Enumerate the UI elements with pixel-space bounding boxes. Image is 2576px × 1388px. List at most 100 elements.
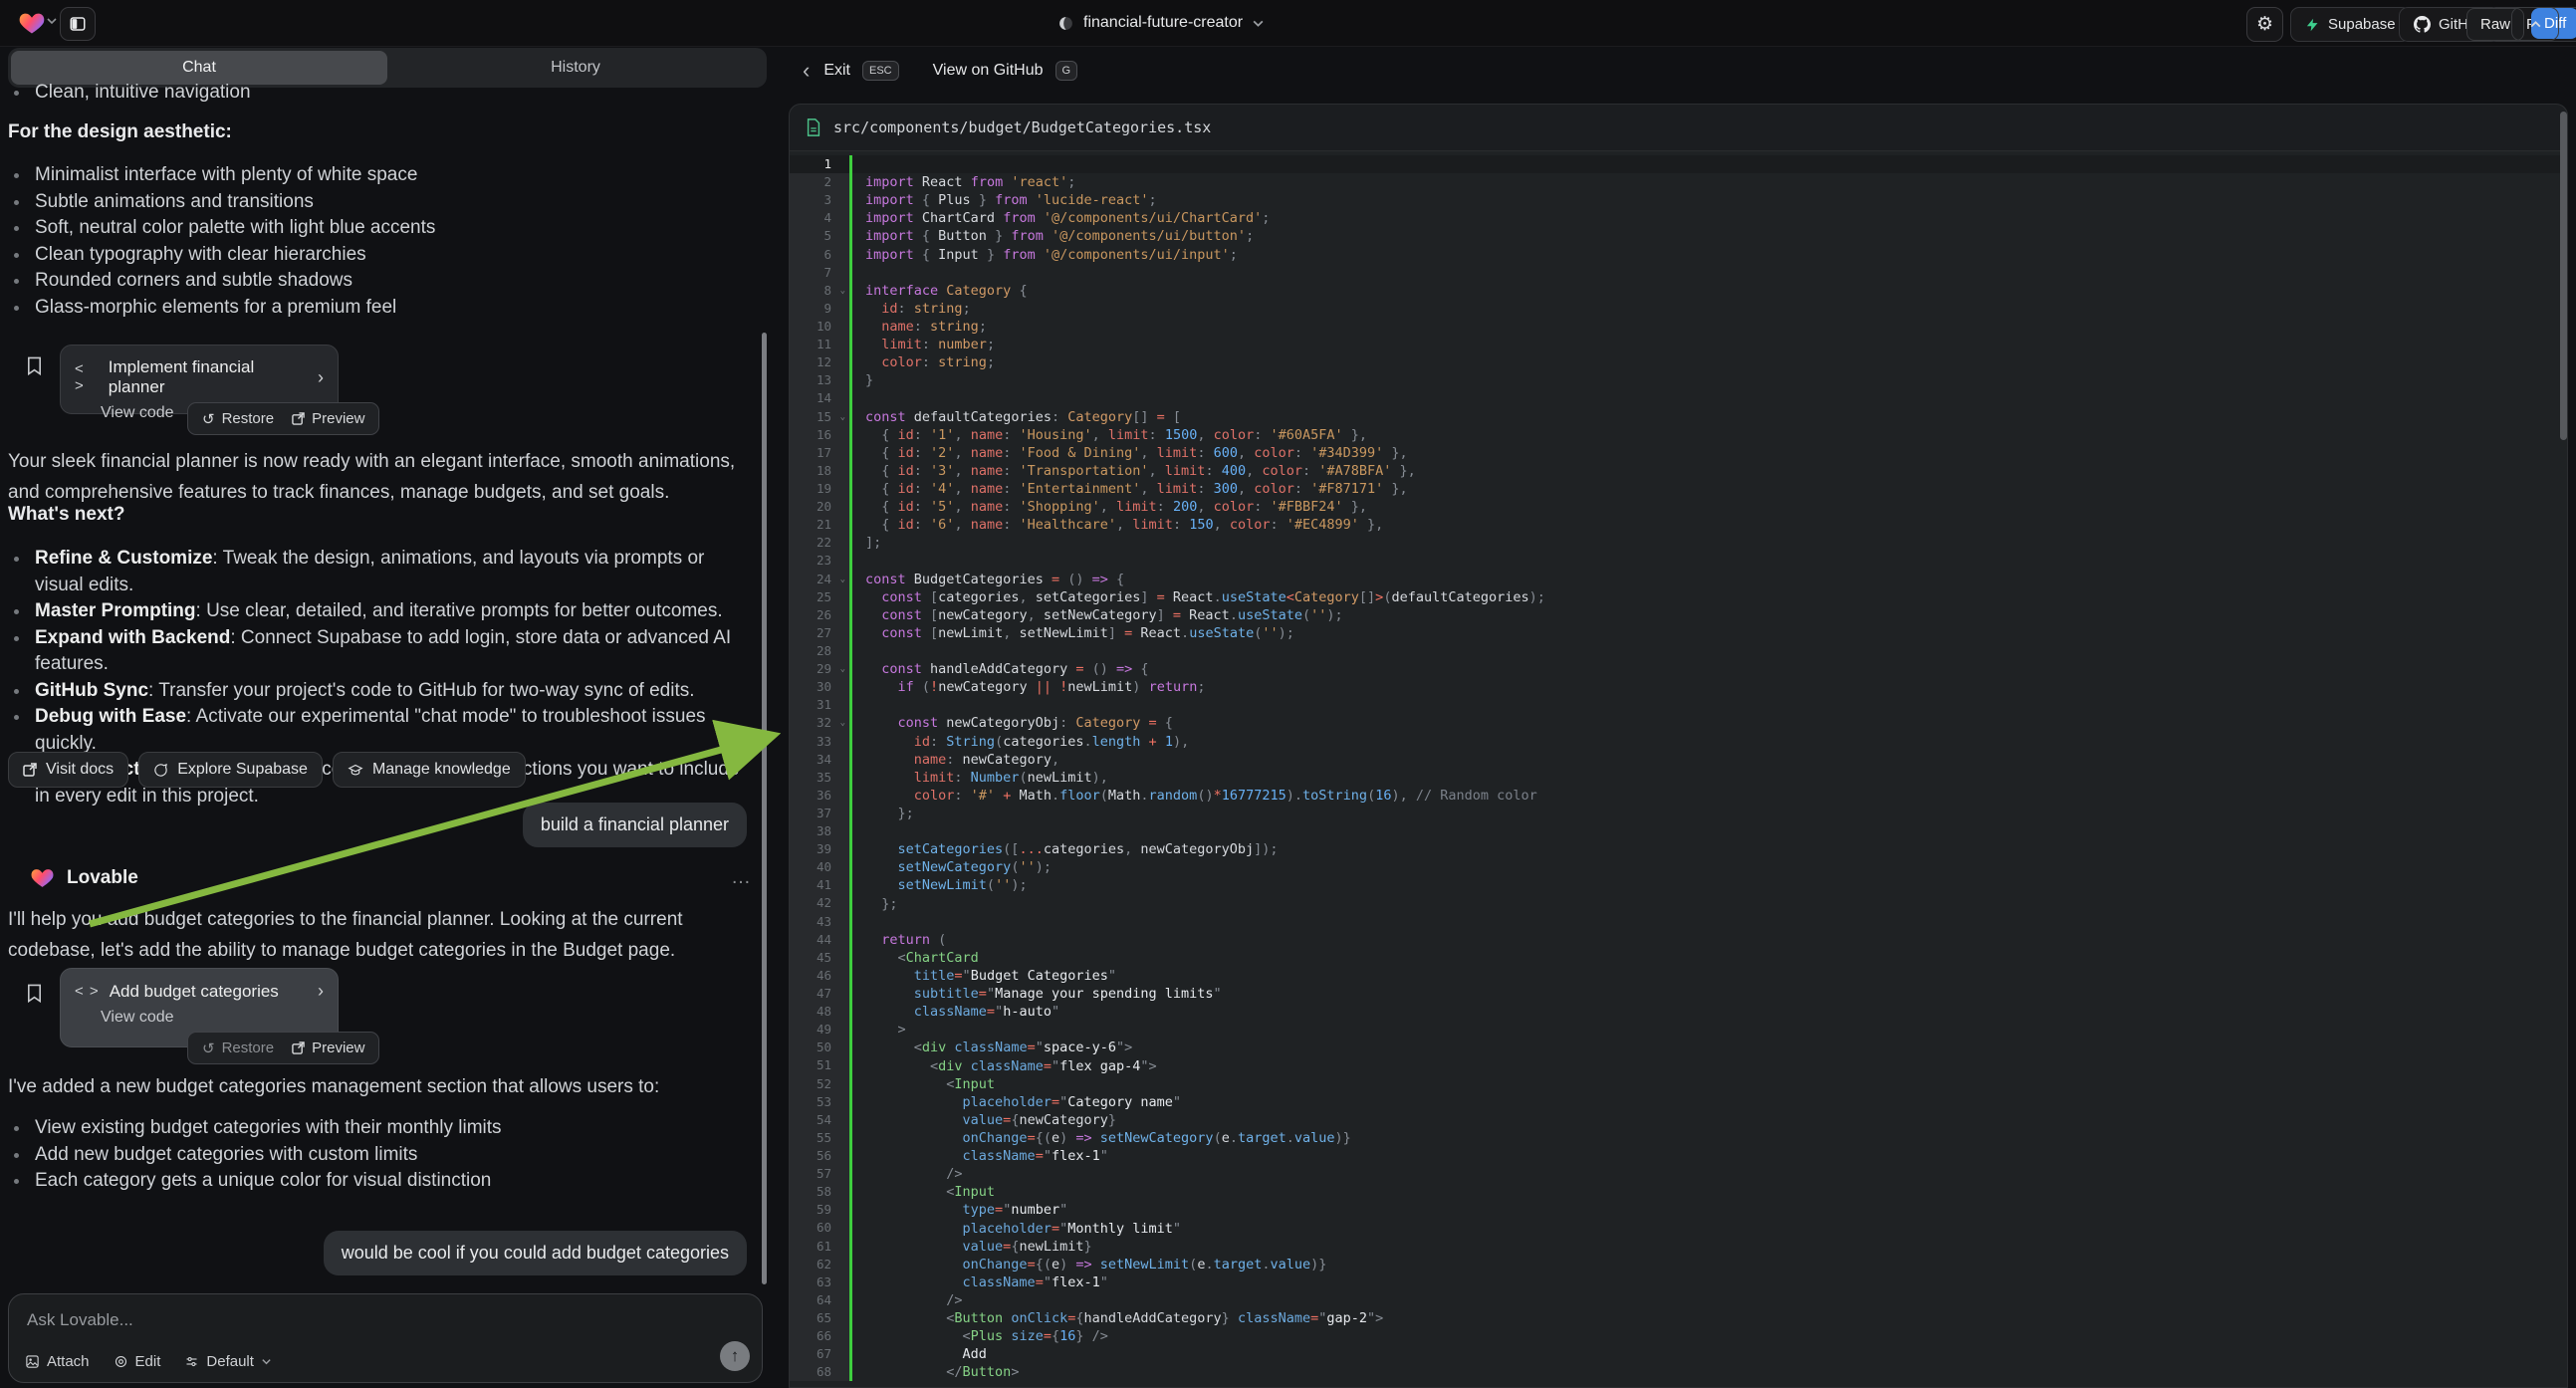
chat-input-placeholder[interactable]: Ask Lovable... bbox=[27, 1310, 133, 1330]
bookmark-icon[interactable] bbox=[26, 356, 43, 375]
message-circle-icon bbox=[153, 763, 168, 778]
assistant-paragraph: I've added a new budget categories manag… bbox=[8, 1071, 753, 1102]
code-line: 61 value={newLimit} bbox=[790, 1238, 2567, 1256]
bookmark-icon[interactable] bbox=[26, 984, 43, 1003]
code-line: 25 const [categories, setCategories] = R… bbox=[790, 588, 2567, 606]
code-line: 51 <div className="flex gap-4"> bbox=[790, 1056, 2567, 1074]
chat-scrollbar[interactable] bbox=[762, 333, 767, 1284]
code-line: 31 bbox=[790, 696, 2567, 714]
user-message-bubble: build a financial planner bbox=[523, 803, 747, 847]
file-header[interactable]: src/components/budget/BudgetCategories.t… bbox=[790, 105, 2567, 151]
gear-icon: ⚙ bbox=[2256, 13, 2273, 36]
edit-mode-button[interactable]: Edit bbox=[114, 1353, 161, 1370]
code-line: 20 { id: '5', name: 'Shopping', limit: 2… bbox=[790, 498, 2567, 516]
code-line: 21 { id: '6', name: 'Healthcare', limit:… bbox=[790, 516, 2567, 534]
code-line: 56 className="flex-1" bbox=[790, 1147, 2567, 1165]
chat-input-box[interactable]: Ask Lovable... Attach Edit Default ↑ bbox=[8, 1293, 763, 1383]
model-default-dropdown[interactable]: Default bbox=[184, 1353, 272, 1370]
code-line: 53 placeholder="Category name" bbox=[790, 1093, 2567, 1111]
code-line: 45 <ChartCard bbox=[790, 949, 2567, 967]
code-line: 67 Add bbox=[790, 1345, 2567, 1363]
code-line: 57 /> bbox=[790, 1165, 2567, 1183]
list-item: Refine & Customize: Tweak the design, an… bbox=[8, 546, 753, 598]
lovable-avatar-heart-icon bbox=[30, 865, 55, 890]
code-line: 39 setCategories([...categories, newCate… bbox=[790, 840, 2567, 858]
code-line: 29⌄ const handleAddCategory = () => { bbox=[790, 660, 2567, 678]
external-link-icon bbox=[23, 763, 37, 777]
code-line: 7 bbox=[790, 264, 2567, 282]
code-icon: < > bbox=[75, 983, 100, 1000]
intro-bullet-list: Clean, intuitive navigation bbox=[8, 80, 753, 107]
code-line: 58 <Input bbox=[790, 1183, 2567, 1201]
project-switcher[interactable]: financial-future-creator bbox=[1057, 0, 1265, 46]
version-toolbar: ↺Restore Preview bbox=[187, 1032, 379, 1064]
added-bullet-list: View existing budget categories with the… bbox=[8, 1115, 753, 1195]
supabase-button[interactable]: Supabase bbox=[2290, 7, 2411, 42]
restore-button[interactable]: ↺Restore bbox=[202, 1040, 274, 1057]
restore-button[interactable]: ↺Restore bbox=[202, 410, 274, 428]
external-link-icon bbox=[292, 412, 305, 425]
view-code-link[interactable]: View code bbox=[101, 1009, 324, 1027]
explore-supabase-button[interactable]: Explore Supabase bbox=[138, 752, 323, 788]
code-line: 37 }; bbox=[790, 805, 2567, 822]
attach-button[interactable]: Attach bbox=[25, 1353, 90, 1370]
code-line: 28 bbox=[790, 642, 2567, 660]
code-line: 42 }; bbox=[790, 894, 2567, 912]
code-scrollbar[interactable] bbox=[2560, 112, 2567, 440]
code-line: 65 <Button onClick={handleAddCategory} c… bbox=[790, 1309, 2567, 1327]
list-item: Debug with Ease: Activate our experiment… bbox=[8, 704, 753, 757]
version-toolbar: ↺Restore Preview bbox=[187, 402, 379, 435]
code-line: 30 if (!newCategory || !newLimit) return… bbox=[790, 678, 2567, 696]
code-line: 64 /> bbox=[790, 1291, 2567, 1309]
send-button[interactable]: ↑ bbox=[720, 1341, 750, 1371]
list-item: Master Prompting: Use clear, detailed, a… bbox=[8, 598, 753, 625]
settings-gear-button[interactable]: ⚙ bbox=[2246, 7, 2283, 42]
code-line: 47 subtitle="Manage your spending limits… bbox=[790, 985, 2567, 1003]
code-viewer: src/components/budget/BudgetCategories.t… bbox=[789, 104, 2568, 1388]
code-line: 49 > bbox=[790, 1021, 2567, 1039]
code-line: 36 color: '#' + Math.floor(Math.random()… bbox=[790, 787, 2567, 805]
collapse-file-button[interactable] bbox=[2511, 7, 2559, 41]
exit-button[interactable]: Exit bbox=[823, 62, 850, 80]
code-line: 10 name: string; bbox=[790, 318, 2567, 336]
code-line: 17 { id: '2', name: 'Food & Dining', lim… bbox=[790, 444, 2567, 462]
code-line: 63 className="flex-1" bbox=[790, 1273, 2567, 1291]
code-line: 15⌄const defaultCategories: Category[] =… bbox=[790, 408, 2567, 426]
whats-next-heading: What's next? bbox=[8, 504, 124, 526]
code-line: 13} bbox=[790, 371, 2567, 389]
code-line: 18 { id: '3', name: 'Transportation', li… bbox=[790, 462, 2567, 480]
preview-button[interactable]: Preview bbox=[292, 1040, 364, 1056]
view-on-github-link[interactable]: View on GitHub bbox=[933, 62, 1044, 80]
code-line: 32⌄ const newCategoryObj: Category = { bbox=[790, 714, 2567, 732]
list-item: Soft, neutral color palette with light b… bbox=[8, 215, 753, 242]
version-card-title: Implement financial planner bbox=[109, 357, 308, 397]
file-path: src/components/budget/BudgetCategories.t… bbox=[833, 118, 1211, 136]
code-panel-header: ‹ Exit ESC View on GitHub G bbox=[789, 48, 2568, 94]
code-line: 2import React from 'react'; bbox=[790, 173, 2567, 191]
assistant-message-header: Lovable … bbox=[30, 865, 753, 890]
list-item: Expand with Backend: Connect Supabase to… bbox=[8, 625, 753, 678]
manage-knowledge-button[interactable]: Manage knowledge bbox=[333, 752, 526, 788]
code-line: 14 bbox=[790, 389, 2567, 407]
code-line: 12 color: string; bbox=[790, 353, 2567, 371]
code-line: 27 const [newLimit, setNewLimit] = React… bbox=[790, 624, 2567, 642]
code-line: 46 title="Budget Categories" bbox=[790, 967, 2567, 985]
target-icon bbox=[114, 1354, 128, 1369]
version-card-title: Add budget categories bbox=[110, 982, 279, 1002]
code-line: 44 return ( bbox=[790, 931, 2567, 949]
list-item: Clean typography with clear hierarchies bbox=[8, 242, 753, 269]
code-line: 40 setNewCategory(''); bbox=[790, 858, 2567, 876]
list-item: Rounded corners and subtle shadows bbox=[8, 268, 753, 295]
code-line: 23 bbox=[790, 552, 2567, 570]
chevron-right-icon: › bbox=[318, 981, 324, 1002]
code-line: 41 setNewLimit(''); bbox=[790, 876, 2567, 894]
code-line: 4import ChartCard from '@/components/ui/… bbox=[790, 209, 2567, 227]
back-chevron-icon[interactable]: ‹ bbox=[803, 58, 810, 84]
more-options-icon[interactable]: … bbox=[731, 866, 753, 889]
preview-button[interactable]: Preview bbox=[292, 410, 364, 427]
code-line: 54 value={newCategory} bbox=[790, 1111, 2567, 1129]
github-icon bbox=[2414, 16, 2431, 33]
restore-icon: ↺ bbox=[202, 1040, 215, 1057]
visit-docs-button[interactable]: Visit docs bbox=[8, 752, 128, 788]
code-line: 55 onChange={(e) => setNewCategory(e.tar… bbox=[790, 1129, 2567, 1147]
